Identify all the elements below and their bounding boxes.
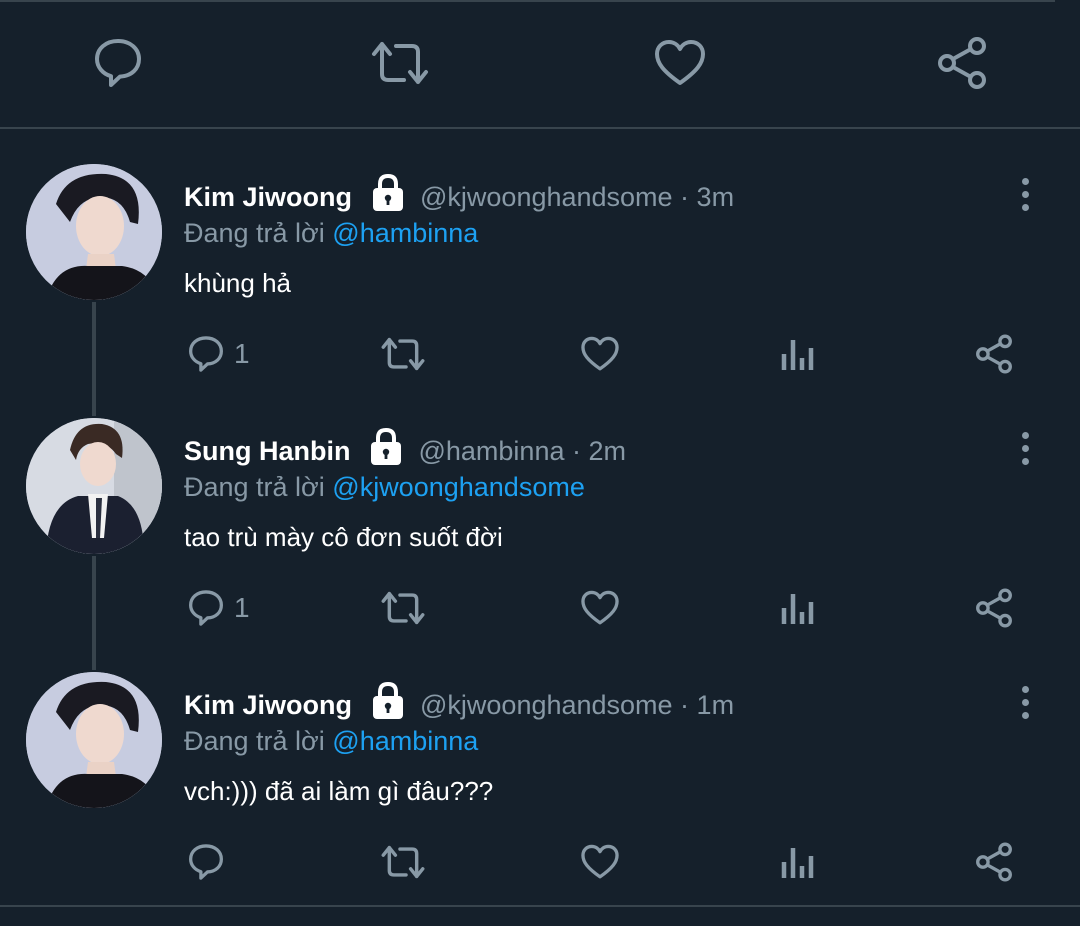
analytics-button[interactable] <box>780 840 816 884</box>
like-icon <box>581 844 619 879</box>
tweet[interactable]: Kim Jiwoong @kjwoonghandsome · 3m Đang t… <box>0 164 1080 418</box>
handle-and-time[interactable]: @kjwoonghandsome · 1m <box>420 690 734 721</box>
mention-link[interactable]: @hambinna <box>332 218 478 248</box>
mention-link[interactable]: @kjwoonghandsome <box>332 472 585 502</box>
like-button[interactable] <box>580 586 620 630</box>
avatar[interactable] <box>26 164 162 300</box>
analytics-button[interactable] <box>780 332 816 376</box>
analytics-button[interactable] <box>780 586 816 630</box>
reply-count: 1 <box>234 338 250 369</box>
replying-prefix: Đang trả lời <box>184 218 325 248</box>
mention-link[interactable]: @hambinna <box>332 726 478 756</box>
like-button[interactable] <box>580 840 620 884</box>
share-icon <box>938 37 986 89</box>
reply-button[interactable]: 1 <box>186 586 250 630</box>
dot <box>1021 203 1029 211</box>
share-icon <box>976 842 1012 882</box>
dot <box>1021 444 1029 452</box>
more-options-button[interactable] <box>1010 174 1040 214</box>
replying-prefix: Đang trả lời <box>184 472 325 502</box>
replying-to: Đang trả lời @hambinna <box>184 726 478 757</box>
previous-tweet-actions <box>0 0 1080 127</box>
tweet-actions <box>0 832 1080 882</box>
retweet-button[interactable] <box>380 840 426 884</box>
tweet[interactable]: Kim Jiwoong @kjwoonghandsome · 1m Đang t… <box>0 672 1080 926</box>
reply-icon <box>189 590 223 626</box>
dot <box>1021 698 1029 706</box>
section-divider <box>0 127 1080 129</box>
dot <box>1021 457 1029 465</box>
tweet-actions: 1 <box>0 324 1080 374</box>
share-icon <box>976 588 1012 628</box>
more-options-button[interactable] <box>1010 428 1040 468</box>
reply-button[interactable]: 1 <box>186 332 250 376</box>
lock-icon <box>373 681 403 719</box>
display-name[interactable]: Kim Jiwoong <box>184 690 352 721</box>
retweet-icon <box>381 337 425 371</box>
handle-and-time[interactable]: @kjwoonghandsome · 3m <box>420 182 734 213</box>
replying-to: Đang trả lời @hambinna <box>184 218 478 249</box>
retweet-button[interactable] <box>380 332 426 376</box>
handle-and-time[interactable]: @hambinna · 2m <box>418 436 626 467</box>
reply-icon <box>95 39 141 87</box>
analytics-icon <box>781 848 814 878</box>
share-icon <box>976 334 1012 374</box>
like-icon <box>581 590 619 625</box>
tweet-header: Kim Jiwoong @kjwoonghandsome · 3m <box>184 173 734 213</box>
bottom-divider <box>0 905 1080 907</box>
reply-icon <box>189 336 223 372</box>
tweet-text: khùng hả <box>184 268 291 298</box>
share-button[interactable] <box>932 33 992 93</box>
reply-icon <box>189 844 223 880</box>
avatar[interactable] <box>26 672 162 808</box>
reply-count: 1 <box>234 592 250 623</box>
tweet[interactable]: Sung Hanbin @hambinna · 2m Đang trả lời … <box>0 418 1080 672</box>
retweet-button[interactable] <box>370 33 430 93</box>
share-button[interactable] <box>974 840 1014 884</box>
dot <box>1021 431 1029 439</box>
share-button[interactable] <box>974 586 1014 630</box>
lock-icon <box>373 173 403 211</box>
replying-to: Đang trả lời @kjwoonghandsome <box>184 472 585 503</box>
avatar[interactable] <box>26 418 162 554</box>
like-icon <box>581 336 619 371</box>
lock-icon <box>371 427 402 465</box>
retweet-icon <box>372 42 428 84</box>
retweet-icon <box>381 845 425 879</box>
dot <box>1021 190 1029 198</box>
dot <box>1021 685 1029 693</box>
display-name[interactable]: Kim Jiwoong <box>184 182 352 213</box>
analytics-icon <box>781 594 814 624</box>
dot <box>1021 711 1029 719</box>
reply-button[interactable] <box>88 33 148 93</box>
tweet-text: vch:))) đã ai làm gì đâu??? <box>184 776 494 806</box>
like-button[interactable] <box>650 33 710 93</box>
tweet-text: tao trù mày cô đơn suốt đời <box>184 522 503 552</box>
tweet-actions: 1 <box>0 578 1080 628</box>
reply-button[interactable] <box>186 840 234 884</box>
like-icon <box>655 40 705 85</box>
tweet-header: Sung Hanbin @hambinna · 2m <box>184 427 626 467</box>
dot <box>1021 177 1029 185</box>
retweet-button[interactable] <box>380 586 426 630</box>
retweet-icon <box>381 591 425 625</box>
more-options-button[interactable] <box>1010 682 1040 722</box>
display-name[interactable]: Sung Hanbin <box>184 436 350 467</box>
share-button[interactable] <box>974 332 1014 376</box>
tweet-header: Kim Jiwoong @kjwoonghandsome · 1m <box>184 681 734 721</box>
analytics-icon <box>781 340 814 370</box>
like-button[interactable] <box>580 332 620 376</box>
replying-prefix: Đang trả lời <box>184 726 325 756</box>
